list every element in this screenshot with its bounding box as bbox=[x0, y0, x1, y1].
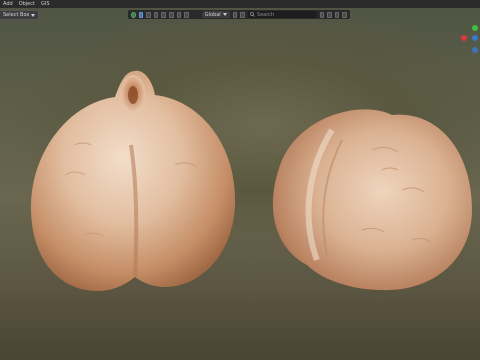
transform-icon[interactable] bbox=[168, 11, 174, 18]
chevron-down-icon bbox=[222, 13, 227, 16]
transform-orientation-dropdown[interactable]: Global bbox=[201, 11, 230, 18]
filter-icon[interactable] bbox=[342, 11, 348, 18]
chickpea-right-object[interactable] bbox=[262, 100, 477, 295]
3d-viewport[interactable]: Add Object GIS Select Box Global Search bbox=[0, 0, 480, 360]
xray-icon[interactable] bbox=[327, 11, 332, 18]
pivot-label: Global bbox=[204, 11, 221, 18]
navigation-gizmo[interactable] bbox=[460, 20, 480, 60]
cursor-icon[interactable] bbox=[131, 11, 136, 18]
gizmo-x-axis-icon bbox=[461, 35, 467, 41]
gizmo-y-axis-icon bbox=[472, 25, 478, 31]
gizmo-neg-z-axis-icon bbox=[472, 47, 478, 53]
scale-icon[interactable] bbox=[161, 11, 166, 18]
select-mode-dropdown[interactable]: Select Box bbox=[0, 10, 40, 20]
overlay-icon[interactable] bbox=[319, 11, 325, 18]
select-mode-label: Select Box bbox=[3, 12, 30, 18]
measure-icon[interactable] bbox=[184, 11, 189, 18]
select-box-icon[interactable] bbox=[138, 11, 144, 18]
annotate-icon[interactable] bbox=[176, 11, 182, 18]
menu-item-object[interactable]: Object bbox=[16, 0, 38, 8]
snap-icon[interactable] bbox=[232, 11, 238, 18]
search-placeholder: Search bbox=[256, 11, 275, 18]
chevron-down-icon bbox=[31, 13, 36, 17]
rotate-icon[interactable] bbox=[153, 11, 159, 18]
gizmo-z-axis-icon bbox=[472, 35, 478, 41]
search-input[interactable]: Search bbox=[247, 11, 317, 18]
move-icon[interactable] bbox=[146, 11, 151, 18]
shading-icon[interactable] bbox=[334, 11, 340, 18]
search-icon bbox=[250, 12, 255, 17]
viewport-header-tools: Global Search bbox=[128, 10, 350, 19]
menu-item-add[interactable]: Add bbox=[0, 0, 16, 8]
menu-item-gis[interactable]: GIS bbox=[38, 0, 53, 8]
chickpea-left-object[interactable] bbox=[25, 65, 245, 300]
proportional-edit-icon[interactable] bbox=[240, 11, 245, 18]
top-menu-bar: Add Object GIS bbox=[0, 0, 480, 8]
